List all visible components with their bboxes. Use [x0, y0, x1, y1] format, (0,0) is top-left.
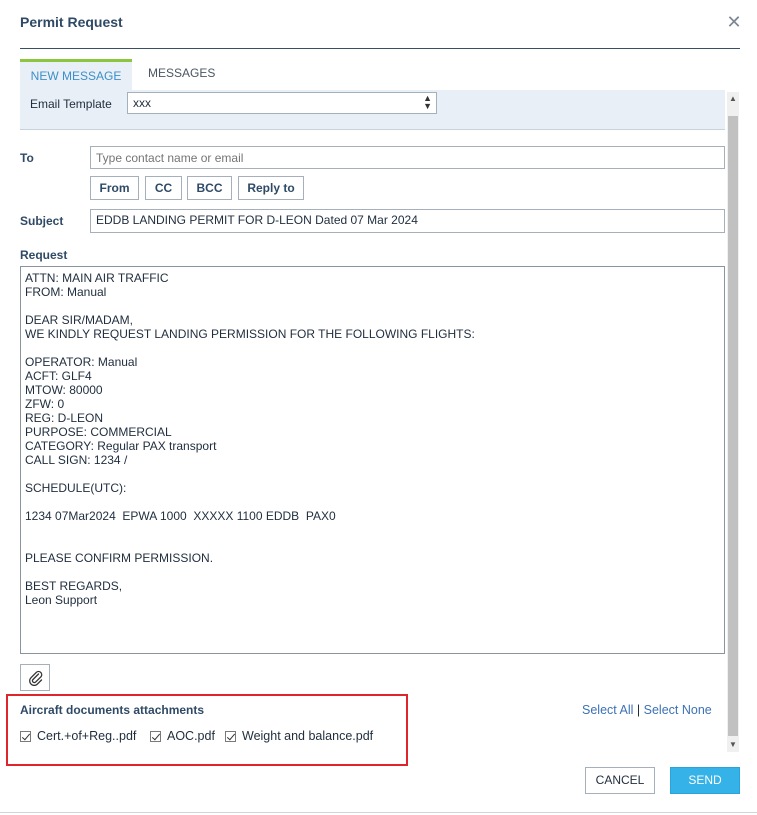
attachment-checkbox-cert[interactable]: Cert.+of+Reg..pdf: [20, 729, 136, 743]
to-input[interactable]: [90, 146, 725, 169]
attachment-checkbox-weight-balance[interactable]: Weight and balance.pdf: [225, 729, 373, 743]
checkbox-checked-icon[interactable]: [150, 730, 161, 742]
subject-input[interactable]: EDDB LANDING PERMIT FOR D-LEON Dated 07 …: [90, 209, 725, 233]
select-arrows-icon: ▲ ▼: [423, 93, 432, 111]
bottom-divider: [0, 812, 757, 813]
checkbox-checked-icon[interactable]: [225, 730, 236, 742]
select-all-link[interactable]: Select All: [582, 703, 633, 717]
select-separator: |: [636, 703, 641, 717]
tab-new-message[interactable]: NEW MESSAGE: [20, 59, 132, 90]
attachment-checkbox-aoc[interactable]: AOC.pdf: [150, 729, 215, 743]
scroll-up-arrow-icon[interactable]: ▲: [729, 94, 737, 103]
attachment-name: AOC.pdf: [167, 729, 215, 743]
reply-to-button[interactable]: Reply to: [238, 176, 304, 200]
scroll-down-arrow-icon[interactable]: ▼: [729, 740, 737, 749]
email-template-value: xxx: [133, 96, 151, 110]
send-button[interactable]: SEND: [670, 767, 740, 794]
checkbox-checked-icon[interactable]: [20, 730, 31, 742]
tab-messages[interactable]: MESSAGES: [148, 66, 215, 80]
subject-label: Subject: [20, 214, 64, 228]
to-label: To: [20, 151, 34, 165]
scrollbar-thumb[interactable]: [728, 116, 738, 736]
email-template-label: Email Template: [30, 97, 112, 111]
select-links: Select All | Select None: [582, 703, 712, 717]
dialog-title: Permit Request: [20, 14, 123, 30]
request-label: Request: [20, 248, 68, 262]
from-button[interactable]: From: [90, 176, 139, 200]
request-textarea[interactable]: ATTN: MAIN AIR TRAFFIC FROM: Manual DEAR…: [20, 266, 725, 654]
cc-button[interactable]: CC: [145, 176, 182, 200]
attachment-name: Cert.+of+Reg..pdf: [37, 729, 137, 743]
attach-file-button[interactable]: [20, 664, 50, 691]
cancel-button[interactable]: CANCEL: [585, 767, 655, 794]
title-divider: [20, 48, 740, 49]
attachments-title: Aircraft documents attachments: [20, 703, 205, 717]
select-none-link[interactable]: Select None: [644, 703, 712, 717]
bcc-button[interactable]: BCC: [187, 176, 232, 200]
attachment-name: Weight and balance.pdf: [242, 729, 374, 743]
email-template-select[interactable]: xxx ▲ ▼: [127, 92, 437, 114]
paperclip-icon: [29, 670, 43, 686]
close-icon[interactable]: ✕: [725, 12, 743, 32]
